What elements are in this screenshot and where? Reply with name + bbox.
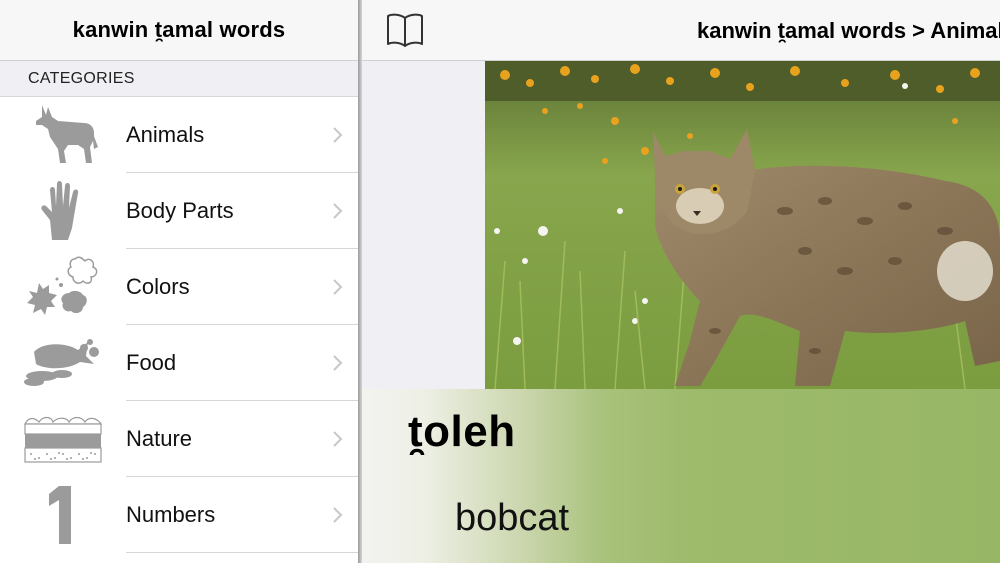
hand-icon [0,173,126,249]
category-label: Numbers [126,502,216,527]
category-label: Colors [126,274,190,299]
category-row-animals[interactable]: Animals [0,97,358,173]
book-icon[interactable] [386,12,424,48]
category-row-nature[interactable]: Nature [0,401,358,477]
category-row-food[interactable]: Food [0,325,358,401]
paint-splash-icon [0,249,126,325]
categories-section-header: CATEGORIES [0,61,358,97]
number-one-icon [0,477,126,553]
category-label: Body Parts [126,198,234,223]
word-detail-view: kanwin t̯amal words > Animals t̯oleh bob… [362,0,1000,563]
category-row-colors[interactable]: Colors [0,249,358,325]
coyote-icon [0,97,126,173]
sidebar-title: kanwin t̯amal words [72,17,286,42]
category-row-body-parts[interactable]: Body Parts [0,173,358,249]
bobcat-photo [485,61,1000,389]
category-label: Animals [126,122,205,147]
breadcrumb-title: kanwin t̯amal words > Animals [697,18,1000,43]
chevron-right-icon [318,507,358,523]
word-panel: t̯oleh bobcat [362,389,1000,563]
category-label: Food [126,350,177,375]
native-word[interactable]: t̯oleh [408,407,516,457]
detail-navigation-bar: kanwin t̯amal words > Animals [362,0,1000,61]
sidebar-navigation-bar: kanwin t̯amal words [0,0,358,61]
chevron-right-icon [318,355,358,371]
chevron-right-icon [318,279,358,295]
fish-food-icon [0,325,126,401]
category-label: Nature [126,426,193,451]
landscape-layers-icon [0,401,126,477]
english-translation: bobcat [455,497,570,539]
chevron-right-icon [318,431,358,447]
category-row-numbers[interactable]: Numbers [0,477,358,553]
chevron-right-icon [318,127,358,143]
chevron-right-icon [318,203,358,219]
categories-sidebar: kanwin t̯amal words CATEGORIES Animals B… [0,0,358,563]
